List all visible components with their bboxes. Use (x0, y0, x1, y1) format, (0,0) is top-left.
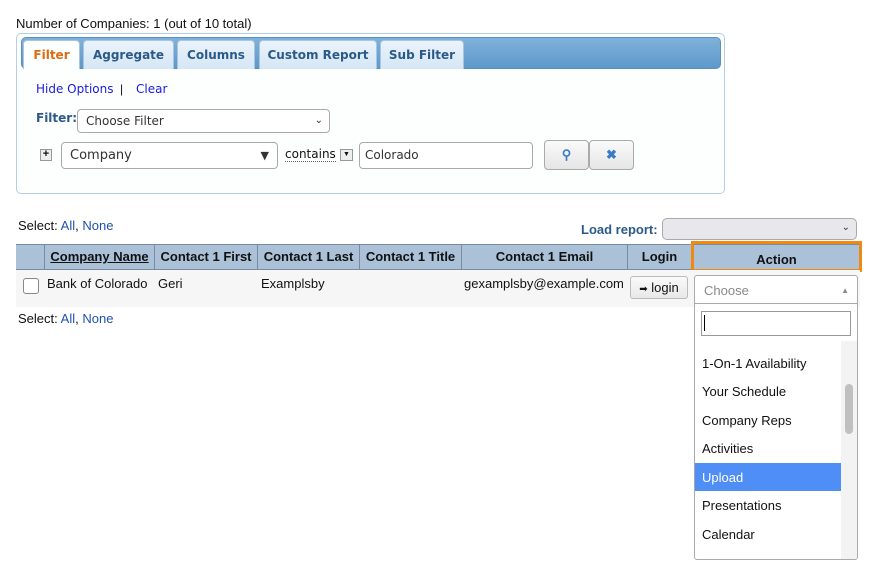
tab-columns[interactable]: Columns (177, 40, 255, 69)
cell-first: Geri (158, 276, 183, 291)
chevron-down-icon: ⌄ (841, 222, 850, 233)
clear-filter-button[interactable]: ✖ (589, 140, 634, 170)
login-button[interactable]: ➡ login (630, 276, 688, 299)
select-label: Select: (18, 311, 58, 326)
field-value: Company (70, 148, 132, 163)
caret-down-icon: ▼ (260, 149, 269, 162)
option-1on1[interactable]: 1-On-1 Availability (702, 356, 807, 371)
tab-custom-report[interactable]: Custom Report (259, 40, 377, 69)
text-cursor (704, 315, 705, 331)
select-all-link[interactable]: All (61, 311, 75, 326)
option-presentations[interactable]: Presentations (702, 498, 782, 513)
add-condition-button[interactable]: + (40, 149, 52, 161)
comma: , (75, 218, 79, 233)
sign-in-icon: ➡ (639, 284, 648, 295)
column-contact-title: Contact 1 Title (359, 244, 461, 270)
column-contact-first: Contact 1 First (154, 244, 257, 270)
select-none-link[interactable]: None (82, 218, 113, 233)
action-select[interactable]: Choose ▲ (695, 276, 857, 304)
link-separator: | (120, 82, 124, 96)
hide-options-link[interactable]: Hide Options (36, 82, 113, 96)
scrollbar[interactable] (841, 341, 857, 559)
option-your-schedule[interactable]: Your Schedule (702, 384, 786, 399)
cell-last: Examplsby (261, 276, 325, 291)
filter-value-input[interactable]: Colorado (359, 142, 533, 169)
login-label: login (651, 280, 679, 295)
load-report-label: Load report: (581, 222, 658, 237)
select-label: Select: (18, 218, 58, 233)
clear-link[interactable]: Clear (136, 82, 167, 96)
comma: , (75, 311, 79, 326)
choose-filter-value: Choose Filter (86, 114, 164, 128)
select-bottom: Select: All, None (18, 311, 113, 326)
column-contact-last: Contact 1 Last (257, 244, 359, 270)
select-top: Select: All, None (18, 218, 113, 233)
option-upload[interactable]: Upload (702, 470, 743, 485)
filter-label: Filter: (36, 111, 78, 125)
tab-aggregate[interactable]: Aggregate (83, 40, 174, 69)
search-icon: ⚲ (561, 147, 572, 162)
chevron-down-icon: ⌄ (314, 115, 323, 126)
row-checkbox[interactable] (23, 278, 39, 294)
option-calendar[interactable]: Calendar (702, 527, 755, 542)
close-icon: ✖ (606, 147, 617, 162)
cell-email: gexamplsby@example.com (464, 276, 624, 291)
load-report-select[interactable]: ⌄ (662, 218, 857, 240)
column-action: Action (691, 241, 862, 272)
action-placeholder: Choose (704, 283, 749, 298)
select-all-link[interactable]: All (61, 218, 75, 233)
option-company-reps[interactable]: Company Reps (702, 413, 792, 428)
search-button[interactable]: ⚲ (544, 140, 589, 170)
column-login: Login (627, 244, 691, 270)
option-activities[interactable]: Activities (702, 441, 753, 456)
tab-sub-filter[interactable]: Sub Filter (380, 40, 464, 69)
operator-label[interactable]: contains (285, 147, 336, 162)
cell-company: Bank of Colorado (47, 276, 148, 291)
select-none-link[interactable]: None (82, 311, 113, 326)
scrollbar-thumb[interactable] (845, 384, 853, 434)
action-dropdown[interactable]: Choose ▲ 1-On-1 Availability Your Schedul… (694, 275, 858, 560)
action-search-input[interactable] (701, 311, 851, 336)
column-company-name[interactable]: Company Name (44, 244, 154, 270)
column-contact-email: Contact 1 Email (461, 244, 627, 270)
choose-filter-select[interactable]: Choose Filter ⌄ (77, 109, 330, 133)
caret-up-icon: ▲ (841, 286, 849, 295)
company-count: Number of Companies: 1 (out of 10 total) (16, 16, 252, 31)
operator-dropdown-icon[interactable]: ▼ (340, 149, 353, 161)
tab-filter[interactable]: Filter (23, 40, 80, 69)
field-select[interactable]: Company ▼ (61, 142, 278, 169)
